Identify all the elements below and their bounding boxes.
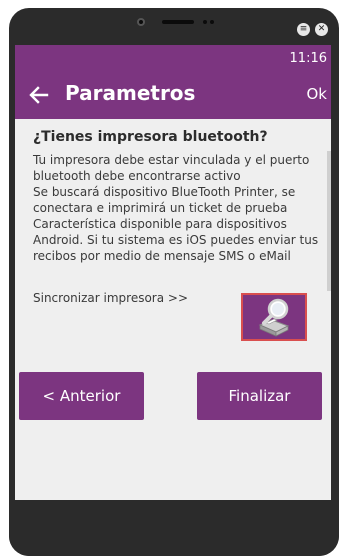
sync-printer-label: Sincronizar impresora >> bbox=[33, 291, 189, 305]
body-text-line: conectara e imprimirá un ticket de prueb… bbox=[33, 201, 288, 215]
previous-button[interactable]: < Anterior bbox=[19, 372, 144, 420]
body-text-line: Característica disponible para dispositi… bbox=[33, 217, 287, 231]
arrow-left-icon[interactable] bbox=[27, 83, 51, 107]
body-text-line: Android. Si tu sistema es iOS puedes env… bbox=[33, 233, 319, 247]
body-text-line: recibos por medio de mensaje SMS o eMail bbox=[33, 249, 291, 263]
ok-button[interactable]: Ok bbox=[307, 85, 328, 103]
page-title: Parametros bbox=[65, 81, 196, 105]
app-bar: Parametros Ok bbox=[15, 71, 331, 119]
camera-icon bbox=[137, 18, 145, 26]
menu-icon[interactable]: ≡ bbox=[297, 23, 310, 36]
close-icon[interactable]: ✕ bbox=[315, 23, 328, 36]
sensor-dot bbox=[203, 20, 207, 24]
body-text-line: bluetooth debe encontrarse activo bbox=[33, 169, 241, 183]
sensor-dot bbox=[210, 20, 214, 24]
scrollbar[interactable] bbox=[327, 151, 331, 291]
speaker-grille bbox=[162, 20, 194, 24]
body-text-line: Se buscará dispositivo BlueTooth Printer… bbox=[33, 185, 296, 199]
body-text-line: Tu impresora debe estar vinculada y el p… bbox=[33, 153, 310, 167]
section-heading: ¿Tienes impresora bluetooth? bbox=[33, 129, 268, 145]
device-bottom-bezel bbox=[9, 500, 339, 556]
sync-printer-button[interactable] bbox=[241, 293, 307, 341]
status-time: 11:16 bbox=[289, 51, 327, 66]
status-bar: 11:16 bbox=[15, 45, 331, 71]
info-section: ¿Tienes impresora bluetooth? Tu impresor… bbox=[33, 129, 323, 264]
app-screen: 11:16 Parametros Ok ¿Tienes impresora bl… bbox=[15, 45, 331, 528]
finish-button[interactable]: Finalizar bbox=[197, 372, 322, 420]
printer-search-icon bbox=[258, 298, 290, 337]
